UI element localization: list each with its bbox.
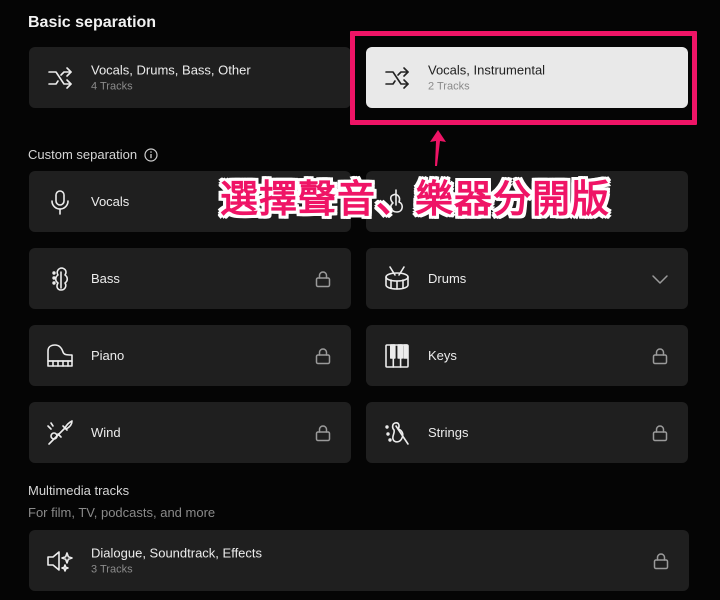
multimedia-tracks-title: Multimedia tracks [28,483,130,498]
item-name: Guitar [428,193,464,209]
info-icon[interactable] [144,147,158,162]
custom-item-piano[interactable]: Piano [29,325,351,386]
item-name: Piano [91,347,125,363]
option-vocals-drums-bass-other[interactable]: Vocals, Drums, Bass, Other 4 Tracks [29,47,351,108]
item-name: Vocals [91,193,130,209]
annotation-arrow-icon [430,130,446,166]
lock-icon [650,423,670,443]
option-name: Vocals, Instrumental [428,62,546,77]
custom-item-strings[interactable]: Strings [366,402,688,463]
item-name: Bass [91,270,120,286]
item-name: Strings [428,424,469,440]
multimedia-hint: For film, TV, podcasts, and more [28,505,216,520]
microphone-icon [43,185,77,219]
custom-item-bass[interactable]: Bass [29,248,351,309]
option-name: Vocals, Drums, Bass, Other [91,62,251,77]
option-tracks: 2 Tracks [428,80,470,92]
guitar-icon [380,185,414,219]
split-arrows-icon [380,61,414,95]
piano-icon [43,339,77,373]
keyboard-keys-icon [380,339,414,373]
item-name: Drums [428,270,467,286]
lock-icon [313,346,333,366]
lock-icon [313,423,333,443]
option-name: Dialogue, Soundtrack, Effects [91,545,263,560]
item-name: Keys [428,347,457,363]
option-tracks: 4 Tracks [91,80,133,92]
basic-separation-title: Basic separation [28,14,157,31]
lock-icon [650,346,670,366]
option-vocals-instrumental[interactable]: Vocals, Instrumental 2 Tracks [366,47,688,108]
custom-item-drums[interactable]: Drums [366,248,688,309]
drum-icon [380,262,414,296]
item-name: Wind [91,424,121,440]
speaker-sparkle-icon [43,544,77,578]
bass-guitar-icon [43,262,77,296]
custom-item-keys[interactable]: Keys [366,325,688,386]
trumpet-icon [43,416,77,450]
custom-separation-title: Custom separation [28,147,158,162]
violin-icon [380,416,414,450]
option-tracks: 3 Tracks [91,563,133,575]
custom-item-guitar[interactable]: Guitar [366,171,688,232]
custom-separation-label: Custom separation [28,147,138,162]
split-arrows-icon [43,61,77,95]
chevron-down-icon[interactable] [650,269,670,289]
lock-icon [313,269,333,289]
custom-item-vocals[interactable]: Vocals [29,171,351,232]
multimedia-item-dialogue-soundtrack-effects[interactable]: Dialogue, Soundtrack, Effects 3 Tracks [29,530,689,591]
custom-item-wind[interactable]: Wind [29,402,351,463]
lock-icon [651,551,671,571]
